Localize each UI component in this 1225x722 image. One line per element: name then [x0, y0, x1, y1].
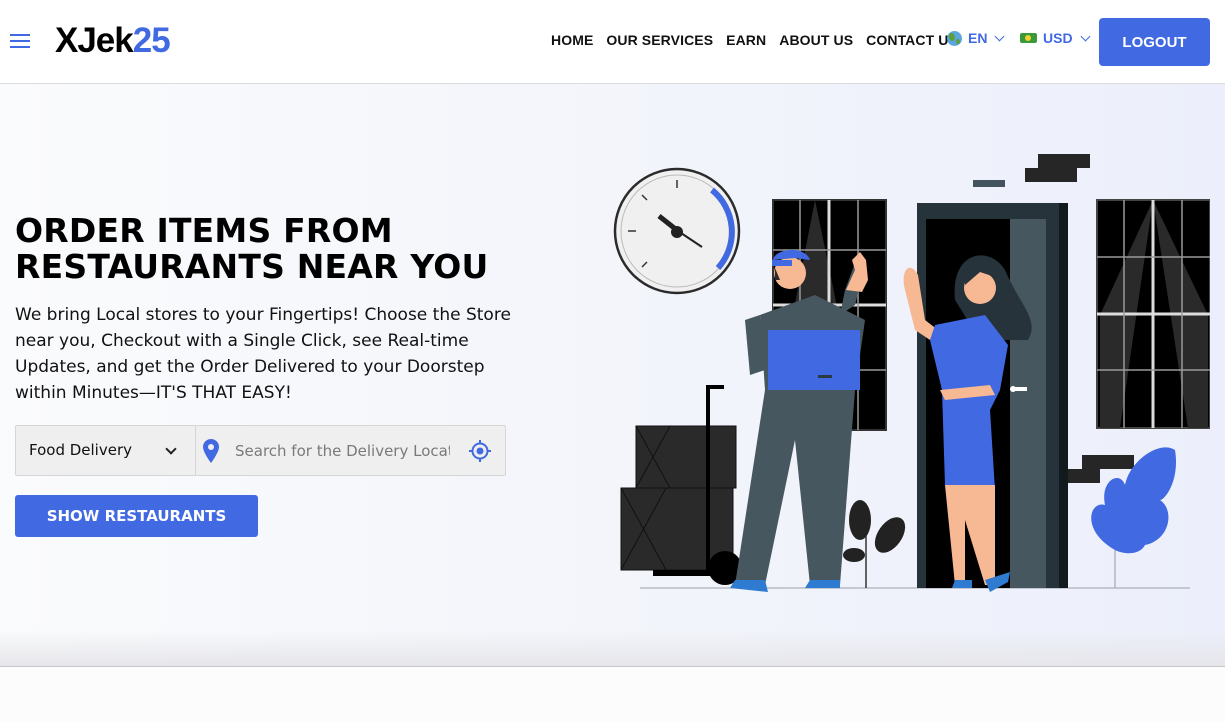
logo-text: XJek [55, 21, 134, 60]
hero-bottom-shadow [0, 630, 1225, 667]
delivery-location-input[interactable] [235, 437, 450, 465]
crosshair-target-icon[interactable] [468, 439, 492, 463]
hero-title-line-2: RESTAURANTS NEAR YOU [15, 247, 489, 286]
window-right [1096, 199, 1210, 429]
hero-title: ORDER ITEMS FROM RESTAURANTS NEAR YOU [15, 213, 535, 285]
nav-earn[interactable]: EARN [726, 32, 766, 48]
logout-button[interactable]: LOGOUT [1099, 18, 1210, 66]
chevron-down-icon [1080, 31, 1091, 41]
nav-contact-us[interactable]: CONTACT US [866, 32, 958, 48]
nav-home[interactable]: HOME [551, 32, 593, 48]
chevron-down-icon [165, 443, 177, 455]
globe-icon [947, 30, 962, 46]
site-footer [0, 667, 1225, 722]
service-type-select[interactable]: Food Delivery [16, 426, 196, 475]
currency-label: USD [1043, 30, 1073, 46]
banknote-icon [1020, 33, 1037, 43]
boxes-trolley [620, 385, 742, 585]
map-pin-icon [203, 439, 219, 463]
language-selector[interactable]: EN [947, 30, 1005, 46]
hero-description: We bring Local stores to your Fingertips… [15, 305, 511, 403]
plant-dark [843, 500, 906, 588]
chevron-down-icon [995, 31, 1005, 41]
wall-clock-icon [613, 167, 741, 295]
language-label: EN [968, 30, 988, 46]
nav-our-services[interactable]: OUR SERVICES [606, 32, 713, 48]
hamburger-menu-icon[interactable] [10, 31, 31, 49]
logo[interactable]: XJek25 [55, 20, 171, 62]
nav-about-us[interactable]: ABOUT US [779, 32, 853, 48]
service-type-value: Food Delivery [29, 441, 133, 459]
logo-accent-text: 25 [132, 21, 171, 60]
delivery-illustration [613, 154, 1210, 592]
currency-selector[interactable]: USD [1020, 30, 1091, 46]
show-restaurants-button[interactable]: SHOW RESTAURANTS [15, 495, 258, 537]
main-nav: HOME OUR SERVICES EARN ABOUT US CONTACT … [551, 30, 971, 50]
delivery-man [730, 249, 868, 592]
hero-title-line-1: ORDER ITEMS FROM [15, 211, 393, 250]
site-header: XJek25 HOME OUR SERVICES EARN ABOUT US C… [0, 0, 1225, 84]
delivery-search-bar: Food Delivery [15, 425, 506, 476]
